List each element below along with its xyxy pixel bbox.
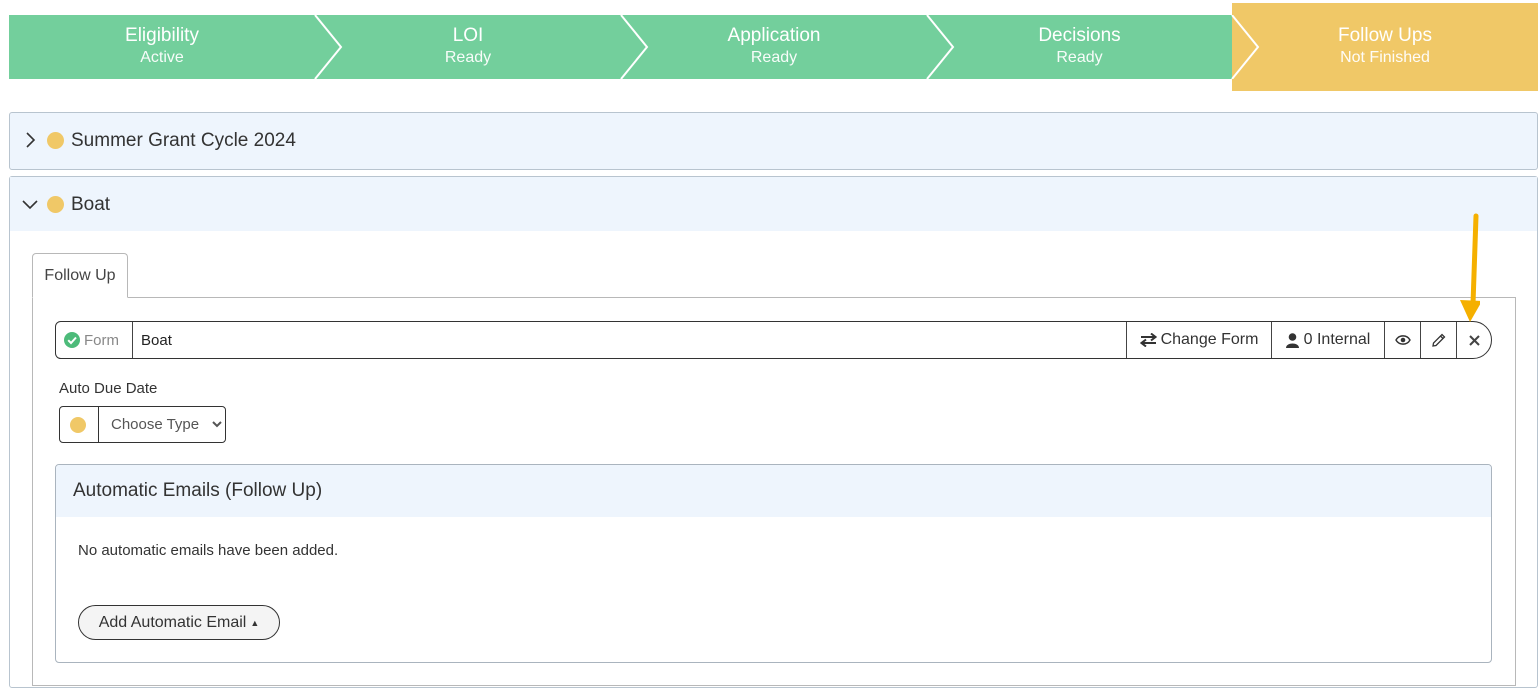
chevron-right-icon[interactable] <box>24 132 36 148</box>
chevron-separator-icon <box>1231 15 1260 79</box>
step-loi[interactable]: LOI Ready <box>315 15 621 79</box>
panel-header-bar[interactable]: Boat <box>10 177 1537 231</box>
automatic-emails-card: Automatic Emails (Follow Up) No automati… <box>55 464 1492 663</box>
step-status: Ready <box>1056 49 1103 66</box>
status-dot <box>47 196 64 213</box>
step-follow-ups[interactable]: Follow Ups Not Finished <box>1232 3 1538 91</box>
chevron-separator-icon <box>620 15 649 79</box>
eye-icon <box>1394 335 1411 345</box>
form-label: Form <box>56 322 133 358</box>
close-icon <box>1468 334 1480 346</box>
status-dot <box>47 132 64 149</box>
step-title: Decisions <box>1038 25 1121 46</box>
chevron-separator-icon <box>926 15 955 79</box>
step-status: Ready <box>750 49 798 66</box>
auto-due-date-control: Choose Type <box>59 406 226 443</box>
check-circle-icon <box>64 332 80 348</box>
step-title: LOI <box>452 25 484 46</box>
panel-title: Boat <box>71 194 111 215</box>
step-status: Active <box>140 49 184 66</box>
step-status: Not Finished <box>1340 49 1430 66</box>
swap-icon <box>1139 333 1157 347</box>
add-automatic-email-label: Add Automatic Email <box>98 613 247 631</box>
auto-due-date-label: Auto Due Date <box>59 380 158 397</box>
internal-button[interactable]: 0 Internal <box>1272 322 1385 358</box>
tab-follow-up[interactable]: Follow Up <box>32 253 128 298</box>
preview-button[interactable] <box>1385 322 1421 358</box>
step-title: Application <box>727 25 821 46</box>
change-form-button[interactable]: Change Form <box>1127 322 1272 358</box>
progress-steps: Eligibility Active LOI Ready Application… <box>9 3 1538 91</box>
form-row: Form Boat Change Form 0 Internal <box>55 321 1492 359</box>
due-type-select[interactable]: Choose Type <box>99 407 225 442</box>
callout-arrow-icon <box>1460 213 1480 322</box>
form-name: Boat <box>133 322 1127 358</box>
chevron-down-icon[interactable] <box>22 198 38 210</box>
due-status-cell <box>60 407 99 442</box>
pencil-icon <box>1432 333 1446 347</box>
panel-title: Summer Grant Cycle 2024 <box>71 130 296 151</box>
form-label-text: Form <box>84 331 119 349</box>
change-form-label: Change Form <box>1160 331 1259 348</box>
internal-label: 0 Internal <box>1303 331 1371 348</box>
step-decisions[interactable]: Decisions Ready <box>927 15 1232 79</box>
step-status: Ready <box>444 49 492 66</box>
user-icon <box>1285 332 1299 348</box>
caret-up-icon: ▲ <box>250 617 260 628</box>
step-title: Eligibility <box>125 25 199 46</box>
panel-summer-grant-cycle[interactable]: Summer Grant Cycle 2024 <box>9 112 1538 170</box>
card-title: Automatic Emails (Follow Up) <box>56 465 1491 517</box>
step-eligibility[interactable]: Eligibility Active <box>9 15 315 79</box>
step-title: Follow Ups <box>1338 25 1432 46</box>
edit-button[interactable] <box>1421 322 1457 358</box>
add-automatic-email-button[interactable]: Add Automatic Email ▲ <box>78 605 280 640</box>
remove-button[interactable] <box>1457 322 1491 358</box>
status-dot <box>70 417 86 433</box>
chevron-separator-icon <box>314 15 343 79</box>
empty-message: No automatic emails have been added. <box>78 542 339 559</box>
step-application[interactable]: Application Ready <box>621 15 927 79</box>
